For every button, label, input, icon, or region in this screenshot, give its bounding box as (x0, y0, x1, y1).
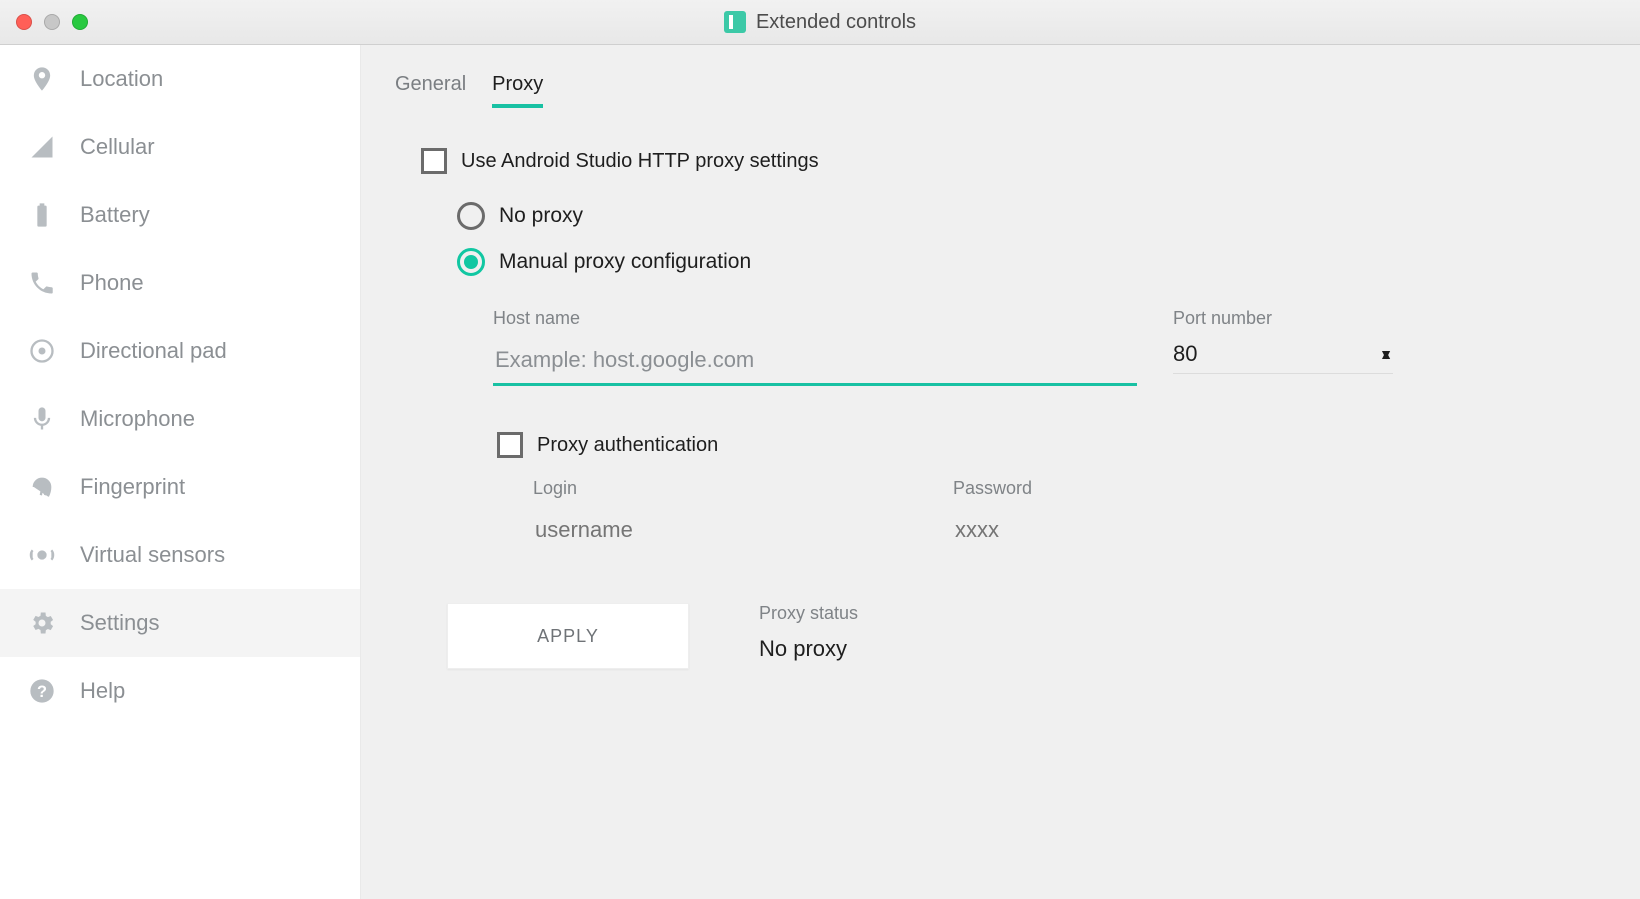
sidebar-item-label: Cellular (80, 134, 155, 160)
sidebar-item-label: Directional pad (80, 338, 227, 364)
use-as-http-proxy-checkbox[interactable] (421, 148, 447, 174)
no-proxy-option[interactable]: No proxy (457, 202, 1606, 230)
window-titlebar: Extended controls (0, 0, 1640, 45)
sidebar-item-label: Help (80, 678, 125, 704)
tab-proxy[interactable]: Proxy (492, 73, 543, 108)
app-icon (724, 11, 746, 33)
window-title: Extended controls (756, 11, 916, 34)
sidebar-item-fingerprint[interactable]: Fingerprint (0, 453, 360, 521)
port-number-value[interactable]: 80 (1173, 341, 1197, 367)
microphone-icon (28, 405, 56, 433)
sidebar-item-label: Battery (80, 202, 150, 228)
password-input (953, 511, 1313, 549)
traffic-lights (16, 14, 88, 30)
phone-icon (28, 269, 56, 297)
manual-proxy-option[interactable]: Manual proxy configuration (457, 248, 1606, 276)
login-label: Login (533, 478, 893, 499)
sidebar-item-help[interactable]: ? Help (0, 657, 360, 725)
battery-icon (28, 201, 56, 229)
settings-tabs: General Proxy (395, 73, 1606, 108)
main-pane: General Proxy Use Android Studio HTTP pr… (361, 45, 1640, 899)
no-proxy-label: No proxy (499, 204, 583, 228)
sidebar-item-phone[interactable]: Phone (0, 249, 360, 317)
fingerprint-icon (28, 473, 56, 501)
use-as-http-proxy-row[interactable]: Use Android Studio HTTP proxy settings (421, 148, 1606, 174)
dpad-icon (28, 337, 56, 365)
login-input (533, 511, 893, 549)
sidebar-item-label: Phone (80, 270, 144, 296)
proxy-status-value: No proxy (759, 636, 858, 662)
proxy-auth-label: Proxy authentication (537, 434, 718, 457)
password-label: Password (953, 478, 1313, 499)
sidebar-item-settings[interactable]: Settings (0, 589, 360, 657)
sensors-icon (28, 541, 56, 569)
manual-proxy-radio[interactable] (457, 248, 485, 276)
sidebar-item-location[interactable]: Location (0, 45, 360, 113)
sidebar-item-label: Location (80, 66, 163, 92)
proxy-auth-checkbox[interactable] (497, 432, 523, 458)
proxy-status-label: Proxy status (759, 603, 858, 624)
host-name-label: Host name (493, 308, 1133, 329)
svg-text:?: ? (37, 683, 47, 701)
apply-button[interactable]: APPLY (447, 603, 689, 669)
tab-general[interactable]: General (395, 73, 466, 108)
gear-icon (28, 609, 56, 637)
sidebar-item-battery[interactable]: Battery (0, 181, 360, 249)
host-name-input[interactable] (493, 341, 1137, 386)
no-proxy-radio[interactable] (457, 202, 485, 230)
sidebar-item-label: Fingerprint (80, 474, 185, 500)
sidebar: Location Cellular Battery Phone Directio (0, 45, 361, 899)
minimize-window-button[interactable] (44, 14, 60, 30)
sidebar-item-label: Settings (80, 610, 160, 636)
location-icon (28, 65, 56, 93)
signal-icon (28, 133, 56, 161)
sidebar-item-microphone[interactable]: Microphone (0, 385, 360, 453)
sidebar-item-sensors[interactable]: Virtual sensors (0, 521, 360, 589)
sidebar-item-dpad[interactable]: Directional pad (0, 317, 360, 385)
sidebar-item-label: Virtual sensors (80, 542, 225, 568)
proxy-auth-row[interactable]: Proxy authentication (497, 432, 1606, 458)
sidebar-item-cellular[interactable]: Cellular (0, 113, 360, 181)
zoom-window-button[interactable] (72, 14, 88, 30)
close-window-button[interactable] (16, 14, 32, 30)
manual-proxy-label: Manual proxy configuration (499, 250, 751, 274)
port-number-label: Port number (1173, 308, 1393, 329)
help-icon: ? (28, 677, 56, 705)
use-as-http-proxy-label: Use Android Studio HTTP proxy settings (461, 150, 819, 173)
sidebar-item-label: Microphone (80, 406, 195, 432)
